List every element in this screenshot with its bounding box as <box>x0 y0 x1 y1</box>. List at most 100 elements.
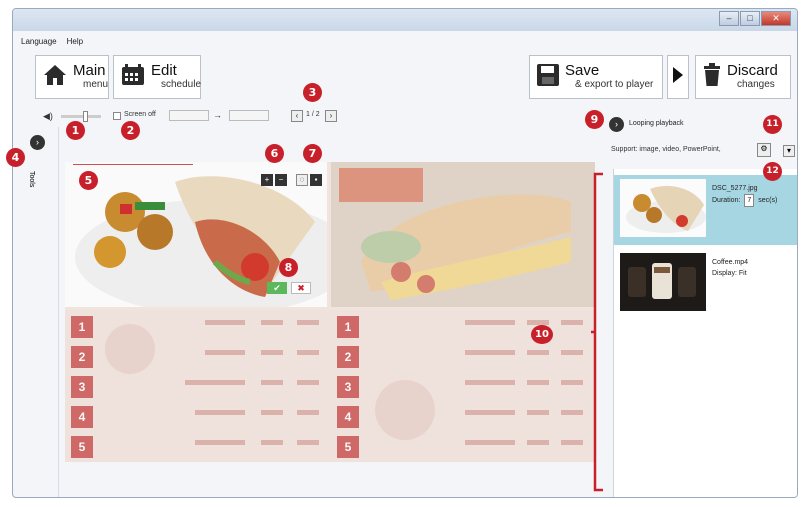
menu-price-placeholder <box>297 440 319 445</box>
callout-badge: 6 <box>265 144 284 163</box>
edit-label: Edit <box>151 62 177 79</box>
main-sublabel: menu <box>83 79 109 90</box>
app-window: – □ ✕ Language Help Main menu Edit sched… <box>12 8 798 498</box>
playlist-panel: DSC_5277.jpg Duration: 7 sec(s) Coffee.m… <box>613 169 797 497</box>
callout-badge: 2 <box>121 121 140 140</box>
playback-mode-label: Looping playback <box>629 120 684 127</box>
menu-price-placeholder <box>297 410 319 415</box>
tools-toggle-button[interactable]: › <box>30 135 45 150</box>
menu-decor-circle-right <box>375 380 435 440</box>
confirm-button[interactable]: ✔ <box>267 282 287 294</box>
time-start-field[interactable] <box>169 110 209 121</box>
menu-text-placeholder <box>195 410 245 415</box>
close-button[interactable]: ✕ <box>761 11 791 26</box>
playlist-item[interactable]: Coffee.mp4 Display: Fit <box>614 249 797 319</box>
menu-number-right-4: 4 <box>337 406 359 428</box>
menu-number-right-1: 1 <box>337 316 359 338</box>
menu-price-placeholder <box>561 350 583 355</box>
volume-icon[interactable]: ◀) <box>43 111 53 122</box>
layout-canvas[interactable]: + − ◌ ▪ ✔ ✖ 1 2 3 4 5 1 2 3 4 5 <box>65 162 595 462</box>
menu-number-right-5: 5 <box>337 436 359 458</box>
menu-board-zone[interactable]: 1 2 3 4 5 1 2 3 4 5 <box>65 310 595 462</box>
discard-label: Discard <box>727 62 778 79</box>
edit-sublabel: schedule <box>161 79 202 90</box>
home-icon <box>42 63 68 92</box>
discard-sublabel: changes <box>737 79 775 90</box>
callout-badge: 9 <box>585 110 604 129</box>
volume-slider-thumb[interactable] <box>83 111 88 122</box>
callout-badge: 7 <box>303 144 322 163</box>
menu-text-placeholder <box>465 380 515 385</box>
callout-badge: 8 <box>279 258 298 277</box>
menu-price-placeholder <box>261 440 283 445</box>
maximize-button[interactable]: □ <box>740 11 760 26</box>
playlist-item-detail: Duration: 7 sec(s) <box>712 194 777 207</box>
menu-number-right-2: 2 <box>337 346 359 368</box>
cancel-button[interactable]: ✖ <box>291 282 311 294</box>
main-menu-button[interactable]: Main menu <box>35 55 109 99</box>
menu-bar: Language Help <box>13 33 83 49</box>
menu-text-placeholder <box>185 380 245 385</box>
panel-dropdown-button[interactable]: ▾ <box>783 145 795 157</box>
discard-changes-button[interactable]: Discard changes <box>695 55 791 99</box>
playlist-bracket <box>591 172 603 492</box>
save-export-button[interactable]: Save & export to player <box>529 55 663 99</box>
page-next-button[interactable]: › <box>325 110 337 122</box>
menu-price-placeholder <box>261 350 283 355</box>
tools-label: Tools <box>28 171 35 188</box>
window-controls: – □ ✕ <box>719 11 791 26</box>
time-end-field[interactable] <box>229 110 269 121</box>
menu-price-placeholder <box>527 350 549 355</box>
menu-number-right-3: 3 <box>337 376 359 398</box>
callout-badge: 4 <box>6 148 25 167</box>
minimize-button[interactable]: – <box>719 11 739 26</box>
callout-badge: 3 <box>303 83 322 102</box>
menu-text-placeholder <box>195 440 245 445</box>
menu-number-left-1: 1 <box>71 316 93 338</box>
playlist-item-detail-value[interactable]: 7 <box>744 194 755 207</box>
menu-price-placeholder <box>561 410 583 415</box>
playback-toggle-button[interactable]: › <box>609 117 624 132</box>
play-arrow-icon <box>672 66 684 89</box>
export-arrow-button[interactable] <box>667 55 689 99</box>
menu-price-placeholder <box>297 380 319 385</box>
volume-slider[interactable] <box>61 111 101 122</box>
menu-text-placeholder <box>205 350 245 355</box>
save-label: Save <box>565 62 600 79</box>
zoom-out-button[interactable]: − <box>275 174 287 186</box>
menu-number-left-4: 4 <box>71 406 93 428</box>
page-prev-button[interactable]: ‹ <box>291 110 303 122</box>
time-arrow: → <box>213 110 222 120</box>
menu-number-left-5: 5 <box>71 436 93 458</box>
sandwich-zone[interactable] <box>331 162 595 307</box>
playlist-item-detail-value[interactable]: Fit <box>739 270 747 277</box>
support-label: Support: image, video, PowerPoint, <box>611 146 721 153</box>
menu-language[interactable]: Language <box>21 37 57 46</box>
menu-price-placeholder <box>527 410 549 415</box>
menu-price-placeholder <box>261 380 283 385</box>
playlist-thumb-wrap <box>620 179 706 237</box>
edit-schedule-button[interactable]: Edit schedule <box>113 55 201 99</box>
rotate-button[interactable]: ◌ <box>296 174 308 186</box>
image-zone[interactable]: + − ◌ ▪ ✔ ✖ <box>65 162 355 315</box>
menu-help[interactable]: Help <box>67 37 83 46</box>
playlist-item-detail-unit: sec(s) <box>758 197 778 204</box>
crop-button[interactable]: ▪ <box>310 174 322 186</box>
menu-price-placeholder <box>527 380 549 385</box>
playlist-item-detail: Display: Fit <box>712 268 748 279</box>
add-media-button[interactable]: ⚙ <box>757 143 771 157</box>
zoom-in-button[interactable]: + <box>261 174 273 186</box>
trash-icon <box>702 62 722 92</box>
save-sublabel: & export to player <box>575 79 654 90</box>
menu-price-placeholder <box>527 440 549 445</box>
menu-text-placeholder <box>465 320 515 325</box>
calendar-icon <box>120 63 146 92</box>
menu-text-placeholder <box>465 350 515 355</box>
playlist-item-info: Coffee.mp4 Display: Fit <box>712 257 748 279</box>
callout-badge: 11 <box>763 115 782 134</box>
selection-underline <box>73 164 193 165</box>
playlist-item[interactable]: DSC_5277.jpg Duration: 7 sec(s) <box>614 175 797 245</box>
screen-off-checkbox[interactable] <box>113 112 121 120</box>
main-label: Main <box>73 62 106 79</box>
callout-badge: 12 <box>763 162 782 181</box>
